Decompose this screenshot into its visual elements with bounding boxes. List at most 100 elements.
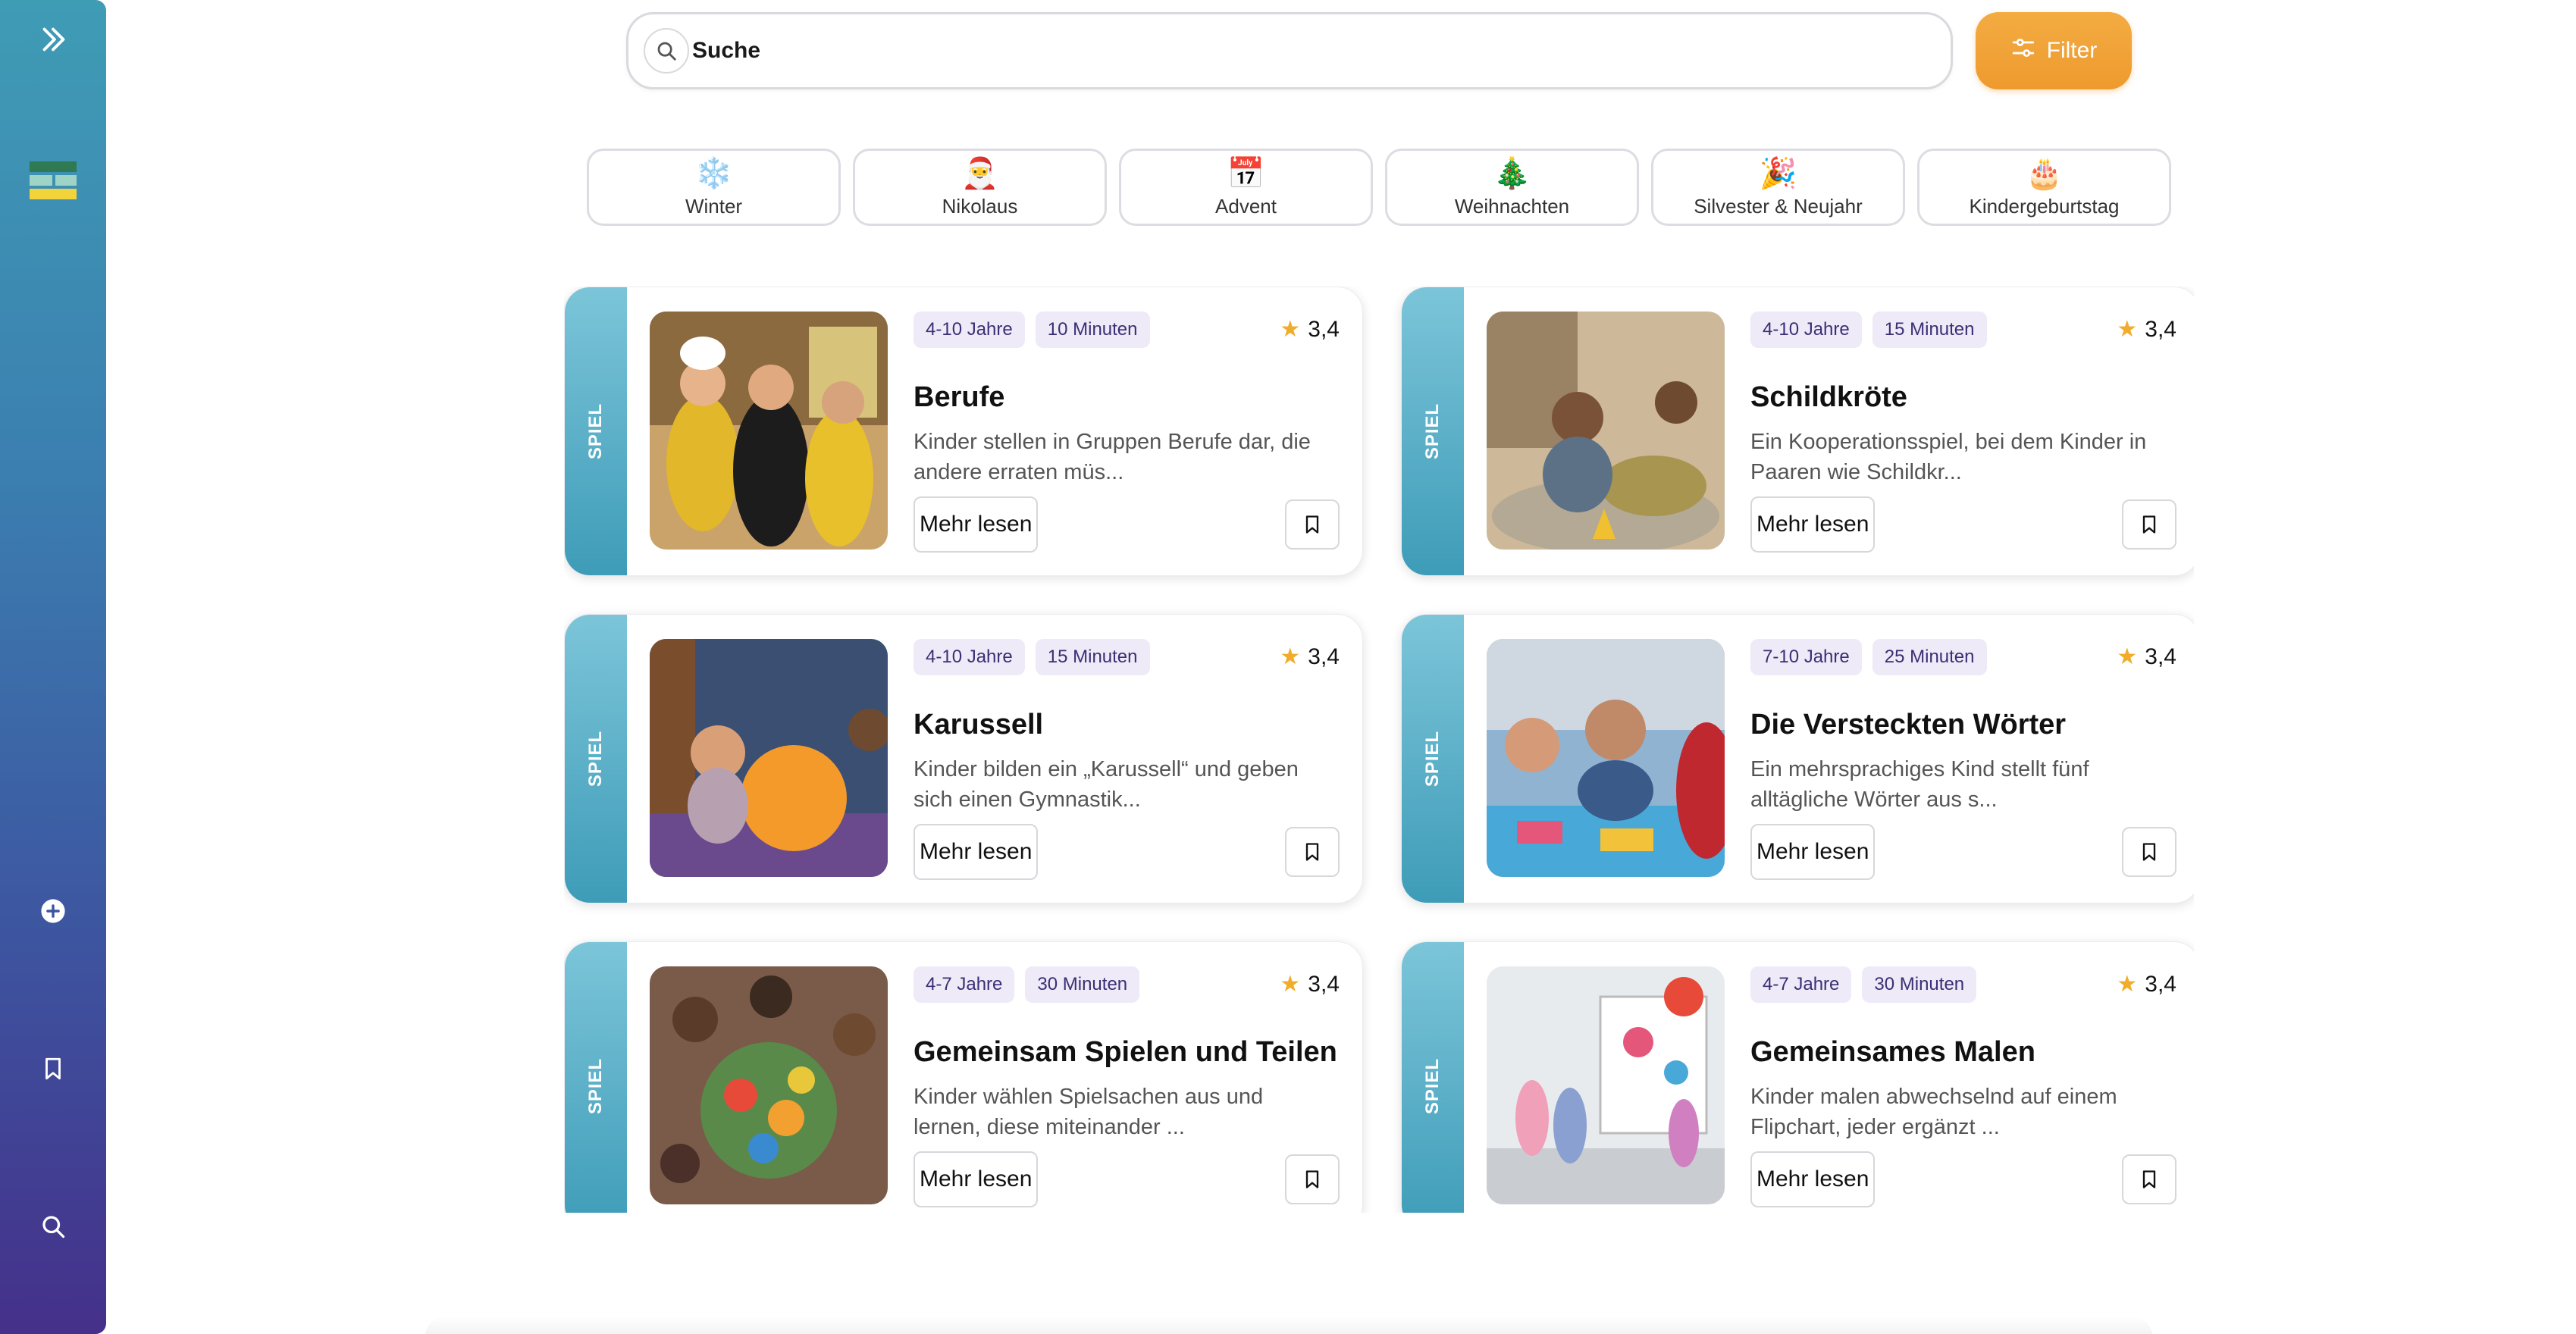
bookmark-button[interactable] [2122,499,2176,550]
bookmark-button[interactable] [2122,827,2176,877]
search-icon[interactable] [644,28,689,74]
star-icon: ★ [2117,316,2138,343]
bottom-panel-edge [425,1316,2153,1334]
category-chip-kindergeburtstag[interactable]: 🎂 Kindergeburtstag [1917,149,2171,226]
type-label: SPIEL [584,1057,606,1115]
age-badge: 4-7 Jahre [1750,966,1852,1003]
activity-image [650,312,888,550]
category-chips: ❄️ Winter 🎅 Nikolaus 📅 Advent 🎄 Weihnach… [587,149,2171,226]
card-tags: 4-10 Jahre 15 Minuten [914,639,1150,675]
rating-value: 3,4 [1308,316,1340,342]
card-body: 4-10 Jahre 15 Minuten ★ 3,4 Schildkröte E… [1750,312,2176,553]
category-chip-silvester[interactable]: 🎉 Silvester & Neujahr [1651,149,1905,226]
activity-card[interactable]: SPIEL 4-10 Jahre 15 Minuten ★ 3,4 Schildk… [1401,287,2194,576]
star-icon: ★ [2117,644,2138,670]
star-icon: ★ [1280,971,1301,997]
card-title[interactable]: Berufe [914,381,1004,414]
category-label: Silvester & Neujahr [1694,194,1863,218]
filter-button[interactable]: Filter [1976,12,2132,89]
bookmark-icon [2142,1170,2156,1188]
category-label: Winter [685,194,743,218]
chevrons-right-icon[interactable] [0,17,106,62]
card-title[interactable]: Gemeinsam Spielen und Teilen [914,1036,1337,1069]
rating: ★ 3,4 [1280,644,1340,670]
santa-hat-icon: 🎅 [961,155,999,191]
card-title[interactable]: Karussell [914,709,1043,741]
type-strip: SPIEL [1402,287,1464,575]
duration-badge: 30 Minuten [1025,966,1140,1003]
star-icon: ★ [1280,316,1301,343]
activity-image [1487,966,1725,1204]
type-strip: SPIEL [565,287,627,575]
party-popper-icon: 🎉 [1759,155,1797,191]
read-more-button[interactable]: Mehr lesen [914,824,1039,880]
bookmark-button[interactable] [1285,499,1340,550]
add-icon[interactable] [0,888,106,934]
card-tags: 4-10 Jahre 10 Minuten [914,312,1150,348]
age-badge: 7-10 Jahre [1750,639,1862,675]
activity-grid: SPIEL 4-10 Jahre 10 Minuten ★ 3,4 Berufe … [564,287,2194,1213]
age-badge: 4-10 Jahre [914,312,1025,348]
search-icon[interactable] [0,1204,106,1249]
bookmark-icon [1305,515,1319,534]
activity-card[interactable]: SPIEL 4-10 Jahre 10 Minuten ★ 3,4 Berufe … [564,287,1363,576]
age-badge: 4-10 Jahre [914,639,1025,675]
activity-card[interactable]: SPIEL 4-7 Jahre 30 Minuten ★ 3,4 Gemeinsa… [564,941,1363,1213]
card-title[interactable]: Schildkröte [1750,381,1907,414]
card-body: 4-10 Jahre 15 Minuten ★ 3,4 Karussell Kin… [914,639,1340,880]
card-description: Kinder stellen in Gruppen Berufe dar, di… [914,430,1311,484]
bookmark-button[interactable] [1285,1154,1340,1204]
logo-icon[interactable] [0,159,106,205]
category-chip-nikolaus[interactable]: 🎅 Nikolaus [853,149,1107,226]
category-chip-winter[interactable]: ❄️ Winter [587,149,841,226]
card-body: 4-10 Jahre 10 Minuten ★ 3,4 Berufe Kinder… [914,312,1340,553]
type-label: SPIEL [584,402,606,460]
bookmark-icon[interactable] [0,1046,106,1091]
type-label: SPIEL [1421,1057,1443,1115]
card-body: 4-7 Jahre 30 Minuten ★ 3,4 Gemeinsam Spie… [914,966,1340,1207]
read-more-button[interactable]: Mehr lesen [914,496,1039,553]
rating: ★ 3,4 [1280,316,1340,343]
card-description: Kinder bilden ein „Karussell“ und geben … [914,757,1299,812]
type-strip: SPIEL [1402,942,1464,1213]
bookmark-icon [2142,515,2156,534]
type-label: SPIEL [1421,730,1443,788]
rating-value: 3,4 [1308,644,1340,669]
star-icon: ★ [1280,644,1301,670]
card-description: Kinder wählen Spielsachen aus und lernen… [914,1085,1264,1139]
category-label: Kindergeburtstag [1969,194,2120,218]
cake-icon: 🎂 [2025,155,2064,191]
activity-card[interactable]: SPIEL 4-7 Jahre 30 Minuten ★ 3,4 Gemeinsa… [1401,941,2194,1213]
wreath-icon: 🎄 [1493,155,1531,191]
card-tags: 4-7 Jahre 30 Minuten [914,966,1140,1003]
category-chip-advent[interactable]: 📅 Advent [1119,149,1373,226]
read-more-button[interactable]: Mehr lesen [914,1151,1039,1207]
card-title[interactable]: Gemeinsames Malen [1750,1036,2035,1069]
bookmark-icon [2142,843,2156,861]
type-strip: SPIEL [565,615,627,903]
card-title[interactable]: Die Versteckten Wörter [1750,709,2066,741]
type-strip: SPIEL [565,942,627,1213]
rating: ★ 3,4 [2117,316,2176,343]
type-label: SPIEL [584,730,606,788]
activity-image [650,966,888,1204]
card-tags: 7-10 Jahre 25 Minuten [1750,639,1987,675]
activity-card[interactable]: SPIEL 7-10 Jahre 25 Minuten ★ 3,4 Die Ver… [1401,614,2194,903]
read-more-button[interactable]: Mehr lesen [1750,1151,1876,1207]
bookmark-button[interactable] [1285,827,1340,877]
read-more-button[interactable]: Mehr lesen [1750,496,1876,553]
sidebar [0,0,106,1334]
activity-image [1487,639,1725,877]
activity-card[interactable]: SPIEL 4-10 Jahre 15 Minuten ★ 3,4 Karusse… [564,614,1363,903]
rating-value: 3,4 [2145,644,2176,669]
type-strip: SPIEL [1402,615,1464,903]
filter-label: Filter [2046,38,2098,63]
bookmark-button[interactable] [2122,1154,2176,1204]
duration-badge: 10 Minuten [1035,312,1150,348]
rating: ★ 3,4 [1280,971,1340,997]
read-more-button[interactable]: Mehr lesen [1750,824,1876,880]
category-chip-weihnachten[interactable]: 🎄 Weihnachten [1385,149,1639,226]
search-input[interactable] [692,38,1829,64]
category-label: Nikolaus [942,194,1018,218]
card-tags: 4-7 Jahre 30 Minuten [1750,966,1977,1003]
